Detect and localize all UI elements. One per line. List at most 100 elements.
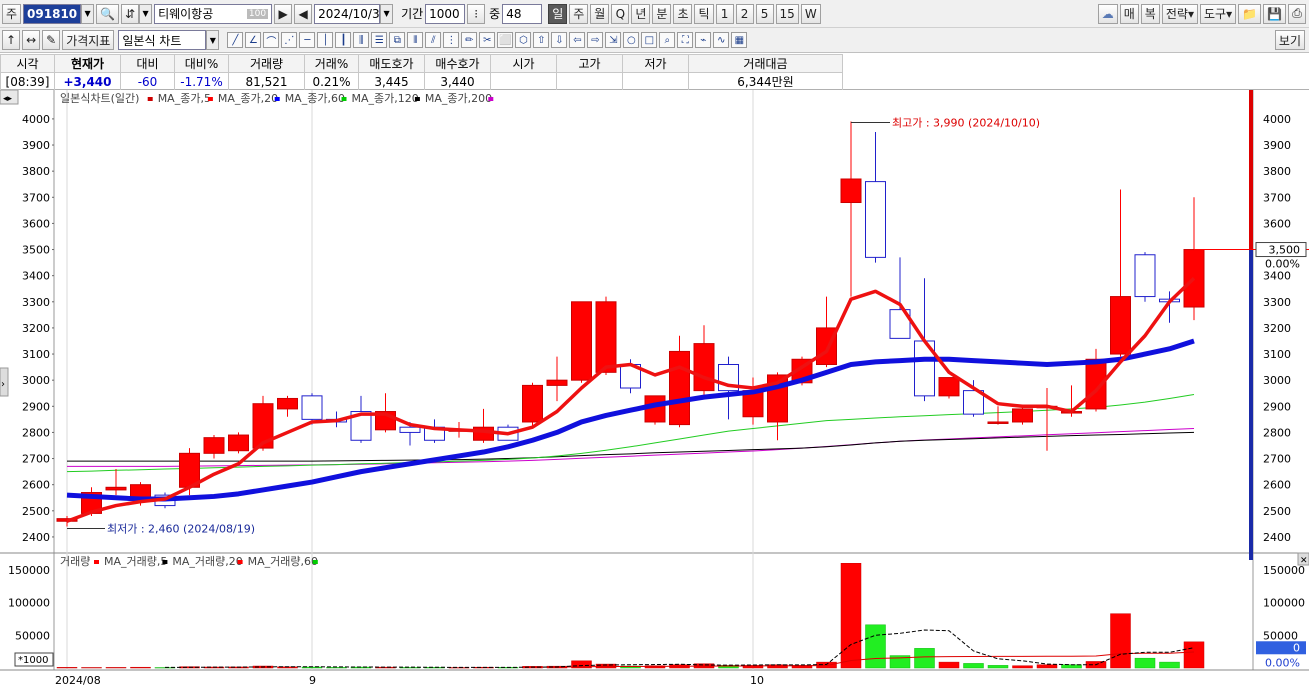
copy-button[interactable]: 복: [1140, 3, 1160, 24]
arc-icon[interactable]: ⌒: [263, 32, 280, 48]
interval-tab-9[interactable]: 2: [735, 3, 754, 24]
vband-icon[interactable]: ┃: [335, 32, 352, 48]
list-icon[interactable]: ☰: [371, 32, 388, 48]
sort-dropdown[interactable]: ▼: [139, 3, 153, 24]
interval-tab-6[interactable]: 초: [673, 3, 693, 24]
date-dropdown[interactable]: ▼: [380, 3, 394, 24]
candle-body-21[interactable]: [571, 301, 592, 381]
chart-type-select[interactable]: 일본식 차트: [118, 30, 207, 50]
period-input[interactable]: 1000: [425, 3, 466, 24]
right-arrow-icon[interactable]: ⇨: [587, 32, 604, 48]
volume-bar-40[interactable]: [1036, 664, 1058, 669]
sort-icon[interactable]: ⇵: [121, 3, 140, 24]
interval-tab-2[interactable]: 월: [590, 3, 610, 24]
indicator-button[interactable]: 가격지표: [62, 30, 115, 50]
signal-icon[interactable]: ⌁: [695, 32, 712, 48]
arrow-up-icon[interactable]: ↑: [2, 30, 21, 50]
pencil-icon[interactable]: ✏: [461, 32, 478, 48]
circle-icon[interactable]: ○: [623, 32, 640, 48]
volume-bar-45[interactable]: [1159, 661, 1180, 669]
stock-name-field[interactable]: 티웨이항공 100: [154, 3, 273, 24]
volume-bar-39[interactable]: [1012, 665, 1033, 669]
angle-icon[interactable]: ∠: [245, 32, 262, 48]
interval-tab-4[interactable]: 년: [631, 3, 651, 24]
square-icon[interactable]: □: [641, 32, 658, 48]
candle-body-2[interactable]: [105, 486, 127, 491]
down-arrow-icon[interactable]: ⇩: [551, 32, 568, 48]
trendline-icon[interactable]: ╱: [227, 32, 244, 48]
search-icon[interactable]: 🔍: [96, 3, 119, 24]
stock-code-input[interactable]: 091810: [23, 3, 82, 24]
candle-body-9[interactable]: [277, 397, 298, 410]
candle-body-44[interactable]: [1134, 254, 1156, 298]
view-button[interactable]: 보기: [1274, 30, 1305, 50]
up-arrow-icon[interactable]: ⇧: [533, 32, 550, 48]
hex-icon[interactable]: ⬡: [515, 32, 532, 48]
candle-body-32[interactable]: [840, 178, 862, 204]
volume-bar-0[interactable]: [56, 667, 78, 669]
interval-tab-0[interactable]: 일: [548, 3, 568, 24]
interval-tab-10[interactable]: 5: [755, 3, 774, 24]
candle-body-36[interactable]: [938, 377, 960, 397]
volume-bar-44[interactable]: [1134, 657, 1156, 669]
candle-body-6[interactable]: [203, 437, 225, 454]
channel-icon[interactable]: ⫽: [425, 32, 442, 48]
market-selector-button[interactable]: 주: [2, 3, 22, 24]
volume-bar-33[interactable]: [865, 624, 886, 669]
volume-bar-38[interactable]: [987, 665, 1009, 669]
fullscreen-icon[interactable]: ⛶: [677, 32, 694, 48]
volume-bar-3[interactable]: [130, 666, 151, 669]
scissors-icon[interactable]: ✂: [479, 32, 496, 48]
interval-tab-5[interactable]: 분: [652, 3, 672, 24]
grid-icon[interactable]: ⧉: [389, 32, 406, 48]
hline-icon[interactable]: ─: [299, 32, 316, 48]
volume-bar-35[interactable]: [914, 648, 935, 669]
candle-body-19[interactable]: [522, 384, 543, 423]
rect-icon[interactable]: ⬜: [497, 32, 514, 48]
wave-icon[interactable]: ∿: [713, 32, 730, 48]
volume-bar-36[interactable]: [938, 661, 960, 669]
candle-body-38[interactable]: [987, 421, 1009, 424]
chart-area[interactable]: ◂▸›✕2400 24002500 25002600 26002700 27002800…: [0, 90, 1309, 687]
count-input[interactable]: 48: [502, 3, 543, 24]
candle-body-22[interactable]: [595, 301, 617, 373]
volume-bar-43[interactable]: [1110, 613, 1131, 669]
edit-icon[interactable]: ✎: [42, 30, 61, 50]
chart-type-dropdown[interactable]: ▼: [206, 30, 220, 50]
play-forward-button[interactable]: ▶: [274, 3, 293, 24]
volume-bar-1[interactable]: [81, 667, 102, 669]
cloud-icon[interactable]: ☁: [1097, 3, 1118, 24]
wave-icon[interactable]: W: [800, 3, 821, 24]
arrows-horizontal-icon[interactable]: ↔: [22, 30, 41, 50]
candle-body-26[interactable]: [693, 343, 715, 392]
cycle-icon[interactable]: ⫼: [353, 32, 370, 48]
candle-body-10[interactable]: [301, 395, 323, 420]
volume-bar-37[interactable]: [963, 663, 984, 669]
candle-body-33[interactable]: [865, 181, 886, 258]
trade-button[interactable]: 매: [1119, 3, 1139, 24]
folder-icon[interactable]: 📁: [1238, 3, 1262, 24]
interval-tab-3[interactable]: Q: [611, 3, 630, 24]
volume-bar-2[interactable]: [105, 667, 127, 669]
volume-bar-11[interactable]: [326, 667, 347, 669]
candle-body-14[interactable]: [399, 426, 421, 433]
candle-body-7[interactable]: [228, 434, 249, 452]
volume-bar-46[interactable]: [1183, 641, 1205, 669]
tools-button[interactable]: 도구 ▾: [1199, 3, 1237, 24]
interval-tab-1[interactable]: 주: [569, 3, 589, 24]
fan-icon[interactable]: ⋰: [281, 32, 298, 48]
interval-tab-7[interactable]: 틱: [694, 3, 714, 24]
interval-tab-11[interactable]: 15: [775, 3, 799, 24]
table-icon[interactable]: ▦: [731, 32, 748, 48]
play-back-button[interactable]: ◀: [294, 3, 313, 24]
candle-body-39[interactable]: [1012, 408, 1033, 423]
vline-icon[interactable]: │: [317, 32, 334, 48]
resize-icon[interactable]: ⇲: [605, 32, 622, 48]
date-input[interactable]: 2024/10/31: [314, 3, 387, 24]
stock-code-dropdown[interactable]: ▼: [81, 3, 95, 24]
left-arrow-icon[interactable]: ⇦: [569, 32, 586, 48]
candle-body-20[interactable]: [546, 379, 568, 386]
period-spin-icon[interactable]: ⁝: [467, 3, 486, 24]
candle-body-43[interactable]: [1110, 296, 1131, 355]
fib-icon[interactable]: ⫴: [407, 32, 424, 48]
